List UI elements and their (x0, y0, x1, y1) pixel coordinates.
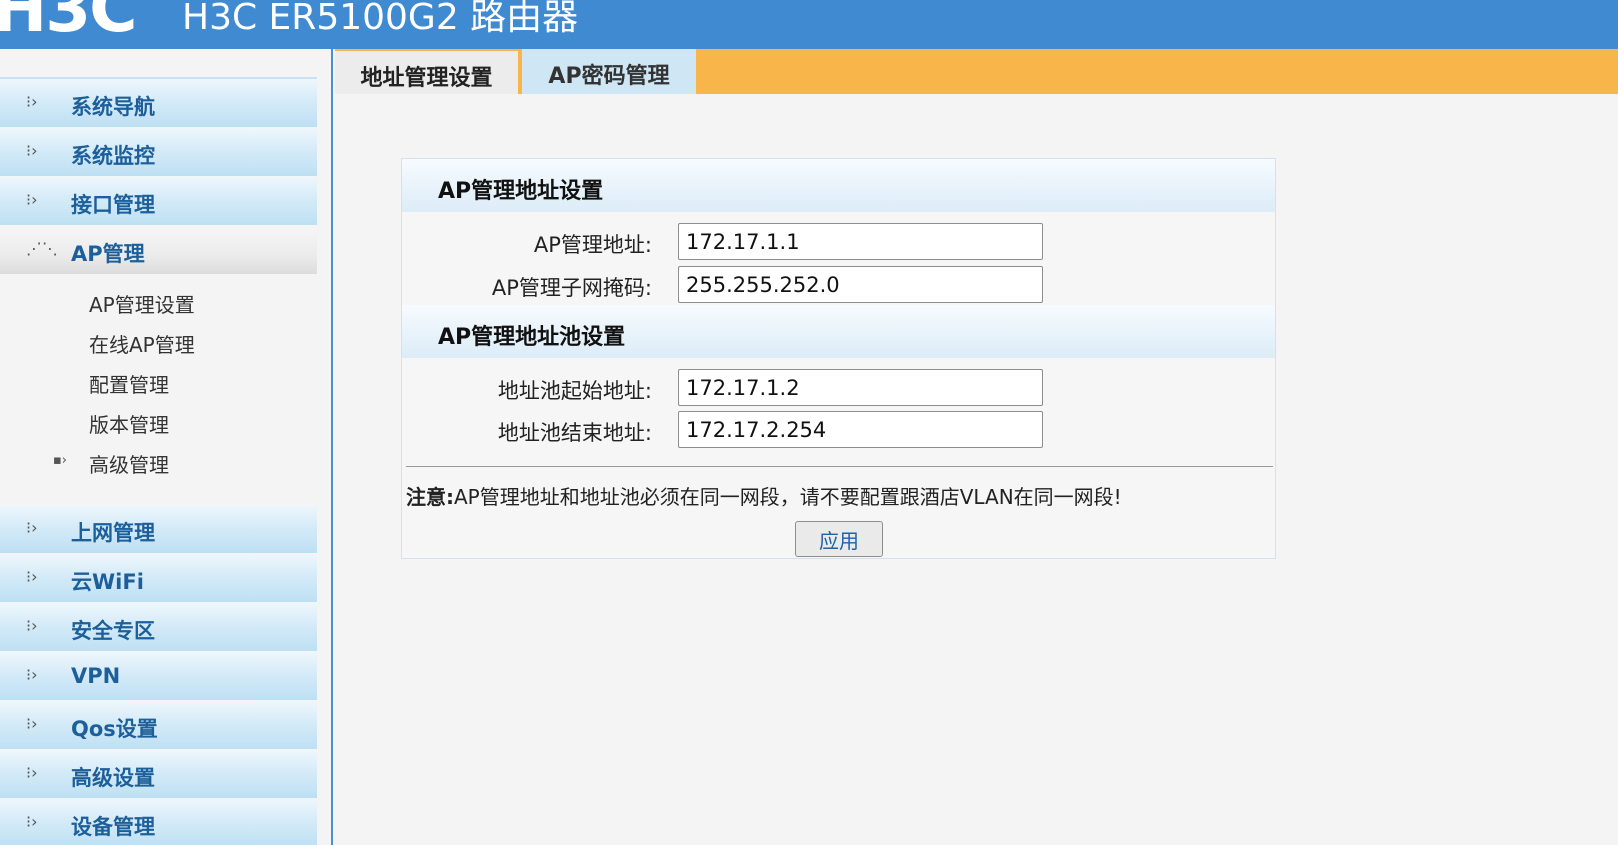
sidebar-item-label: 云WiFi (71, 570, 144, 594)
sidebar-item-cloud-wifi[interactable]: ⁝› 云WiFi (0, 554, 317, 602)
section-title: AP管理地址设置 (438, 179, 604, 204)
submenu-online-ap-management[interactable]: 在线AP管理 (89, 329, 195, 358)
ap-address-label: AP管理地址: (533, 233, 652, 257)
section-header-ap-address: AP管理地址设置 (402, 159, 1275, 212)
expand-arrow-icon: ⁝› (26, 567, 38, 586)
section-divider (406, 466, 1273, 467)
sidebar-item-label: 接口管理 (71, 193, 155, 217)
sidebar-item-label: 系统导航 (71, 95, 155, 119)
expand-arrow-icon: ⁝› (26, 714, 38, 733)
submenu-version-management[interactable]: 版本管理 (89, 409, 169, 438)
expand-arrow-icon: ⁝› (26, 812, 38, 831)
ap-settings-panel: AP管理地址设置 AP管理地址: AP管理子网掩码: AP管理地址池设置 地址池… (401, 158, 1276, 559)
sidebar-item-qos-settings[interactable]: ⁝› Qos设置 (0, 701, 317, 749)
notice-message: AP管理地址和地址池必须在同一网段，请不要配置跟酒店VLAN在同一网段! (454, 485, 1122, 509)
submenu-ap-management-settings[interactable]: AP管理设置 (89, 289, 195, 318)
pool-start-input[interactable] (678, 369, 1043, 406)
sidebar-item-device-management[interactable]: ⁝› 设备管理 (0, 799, 317, 845)
expand-arrow-icon: ⁝› (26, 665, 38, 684)
expand-arrow-icon: ⁝› (26, 141, 38, 160)
section-title: AP管理地址池设置 (438, 325, 626, 350)
router-title: H3C ER5100G2 路由器 (182, 0, 579, 38)
sidebar-item-label: 上网管理 (71, 521, 155, 545)
sidebar-item-label: AP管理 (71, 242, 145, 266)
sidebar-item-system-monitor[interactable]: ⁝› 系统监控 (0, 128, 317, 176)
tab-ap-password-management[interactable]: AP密码管理 (522, 49, 696, 94)
h3c-logo: H3C (0, 0, 138, 47)
expand-arrow-icon: ⁝› (26, 616, 38, 635)
sidebar-item-label: 设备管理 (71, 815, 155, 839)
sidebar-item-label: Qos设置 (71, 717, 158, 741)
ap-subnet-mask-input[interactable] (678, 266, 1043, 303)
apply-button[interactable]: 应用 (795, 521, 883, 557)
sidebar-item-interface-management[interactable]: ⁝› 接口管理 (0, 177, 317, 225)
tab-address-management-settings[interactable]: 地址管理设置 (335, 49, 518, 94)
expand-arrow-icon: ▪› (53, 453, 68, 468)
ap-subnet-mask-label: AP管理子网掩码: (491, 276, 652, 300)
collapse-arrow-icon: ⋰⋱ (26, 239, 58, 258)
pool-start-label: 地址池起始地址: (497, 379, 652, 403)
expand-arrow-icon: ⁝› (26, 92, 38, 111)
notice-prefix: 注意: (406, 485, 454, 509)
expand-arrow-icon: ⁝› (26, 190, 38, 209)
sidebar-item-label: 系统监控 (71, 144, 155, 168)
sidebar-item-system-navigation[interactable]: ⁝› 系统导航 (0, 79, 317, 127)
sidebar-item-label: 高级设置 (71, 766, 155, 790)
section-header-address-pool: AP管理地址池设置 (402, 305, 1275, 358)
ap-address-input[interactable] (678, 223, 1043, 260)
submenu-advanced-management[interactable]: 高级管理 (89, 449, 169, 478)
expand-arrow-icon: ⁝› (26, 518, 38, 537)
submenu-config-management[interactable]: 配置管理 (89, 369, 169, 398)
sidebar-item-label: VPN (71, 664, 121, 688)
notice-text: 注意:AP管理地址和地址池必须在同一网段，请不要配置跟酒店VLAN在同一网段! (406, 481, 1122, 510)
sidebar-item-internet-management[interactable]: ⁝› 上网管理 (0, 505, 317, 553)
sidebar-item-vpn[interactable]: ⁝› VPN (0, 652, 317, 700)
sidebar-item-security-zone[interactable]: ⁝› 安全专区 (0, 603, 317, 651)
sidebar-item-ap-management[interactable]: ⋰⋱ AP管理 (0, 226, 317, 274)
sidebar-item-label: 安全专区 (71, 619, 155, 643)
pool-end-label: 地址池结束地址: (497, 421, 652, 445)
expand-arrow-icon: ⁝› (26, 763, 38, 782)
pool-end-input[interactable] (678, 411, 1043, 448)
top-header: H3C H3C ER5100G2 路由器 (0, 0, 1618, 49)
left-sidebar: ⁝› 系统导航 ⁝› 系统监控 ⁝› 接口管理 ⋰⋱ AP管理 AP管理设置 在… (0, 49, 333, 845)
tab-bar: 地址管理设置 AP密码管理 (335, 49, 1618, 94)
sidebar-item-advanced-settings[interactable]: ⁝› 高级设置 (0, 750, 317, 798)
